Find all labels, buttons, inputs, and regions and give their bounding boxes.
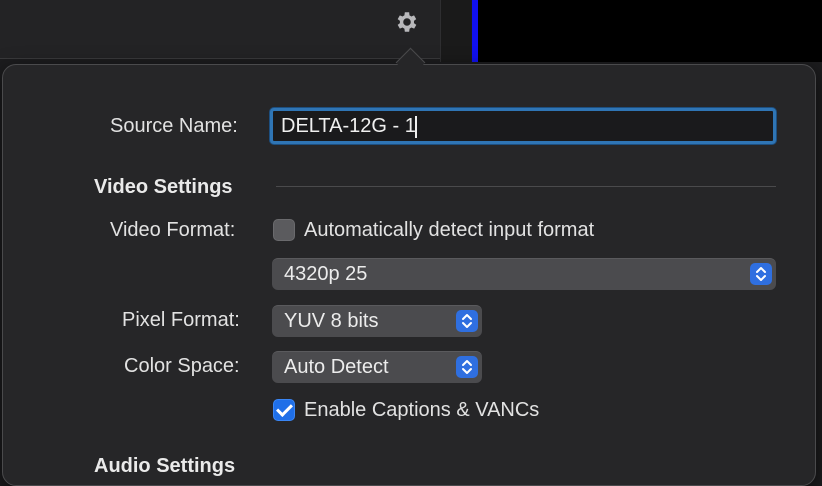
captions-checkbox[interactable] [273, 399, 295, 421]
color-space-label: Color Space: [124, 355, 240, 377]
pixel-format-popup[interactable]: YUV 8 bits [272, 305, 482, 337]
video-format-value: 4320p 25 [284, 263, 368, 285]
up-down-chevron-icon [456, 356, 478, 378]
captions-label[interactable]: Enable Captions & VANCs [304, 399, 539, 422]
gear-icon[interactable] [392, 7, 422, 37]
video-format-label: Video Format: [110, 219, 236, 241]
color-space-popup[interactable]: Auto Detect [272, 351, 482, 383]
video-format-popup[interactable]: 4320p 25 [272, 258, 776, 290]
audio-settings-title: Audio Settings [94, 455, 236, 477]
section-divider [276, 186, 776, 187]
up-down-chevron-icon [750, 263, 772, 285]
toolbar-area [0, 0, 440, 59]
panel-divider [440, 0, 471, 62]
preview-blue-edge [472, 0, 478, 62]
up-down-chevron-icon [456, 310, 478, 332]
pixel-format-value: YUV 8 bits [284, 310, 379, 332]
source-name-value: DELTA-12G - 1 [281, 115, 416, 137]
text-caret [414, 115, 417, 138]
auto-detect-label[interactable]: Automatically detect input format [304, 219, 594, 242]
video-preview [472, 0, 822, 62]
color-space-value: Auto Detect [284, 356, 389, 378]
auto-detect-checkbox[interactable] [273, 219, 295, 241]
source-name-input[interactable]: DELTA-12G - 1 [270, 108, 776, 144]
source-name-label: Source Name: [110, 115, 238, 137]
video-settings-title: Video Settings [94, 176, 233, 198]
pixel-format-label: Pixel Format: [122, 309, 240, 331]
